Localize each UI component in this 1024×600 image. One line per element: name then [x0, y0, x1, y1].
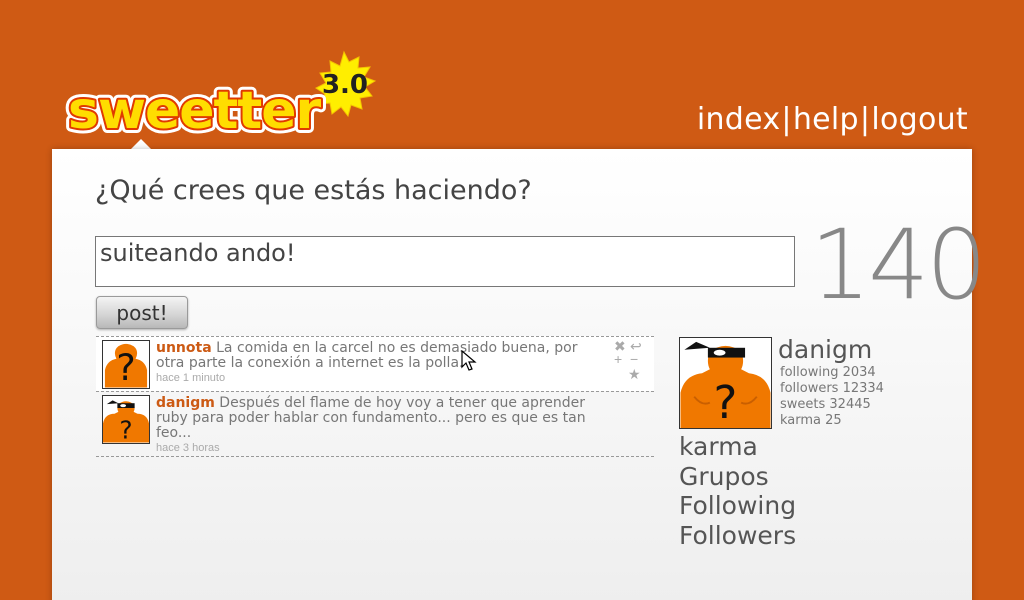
top-navigation: index|help|logout: [697, 102, 968, 137]
tweet-text: unnota La comida en la carcel no es dema…: [156, 341, 606, 371]
timeline-item: ? unnota La comida en la carcel no es de…: [96, 336, 654, 391]
nav-separator: |: [781, 102, 792, 137]
question-mark-avatar-graphic: ?: [104, 343, 148, 388]
add-icon[interactable]: +: [614, 352, 622, 366]
profile-avatar[interactable]: ?: [679, 337, 772, 429]
nav-help-link[interactable]: help: [793, 102, 859, 137]
nav-index-link[interactable]: index: [697, 102, 781, 137]
stat-sweets: sweets 32445: [780, 397, 871, 412]
nav-separator: |: [859, 102, 871, 137]
tweet-username[interactable]: danigm: [156, 395, 215, 411]
tweet-body: La comida en la carcel no es demasiado b…: [156, 340, 578, 371]
svg-text:?: ?: [714, 376, 738, 428]
main-panel: ¿Qué crees que estás haciendo? suiteando…: [52, 149, 987, 600]
sweetter-logo[interactable]: 3.0 sweetter sweetter sweetter: [62, 48, 392, 148]
stat-followers: followers 12334: [780, 381, 884, 396]
profile-username[interactable]: danigm: [778, 335, 872, 364]
svg-text:?: ?: [116, 346, 135, 388]
profile-stats: following 2034 followers 12334 sweets 32…: [780, 365, 884, 429]
masked-figure-avatar-large: ?: [680, 341, 771, 428]
stat-following: following 2034: [780, 365, 876, 380]
stat-karma: karma 25: [780, 413, 842, 428]
favorite-star-icon[interactable]: ★: [628, 367, 641, 381]
tweet-username[interactable]: unnota: [156, 340, 212, 356]
profile-link-followers[interactable]: Followers: [679, 521, 796, 551]
character-counter: 140: [810, 209, 987, 321]
tweet-text: danigm Después del flame de hoy voy a te…: [156, 396, 606, 441]
timeline-item: ? danigm Después del flame de hoy voy a …: [96, 391, 654, 457]
timeline: ? unnota La comida en la carcel no es de…: [96, 336, 654, 457]
profile-link-grupos[interactable]: Grupos: [679, 462, 796, 492]
tweet-body: Después del flame de hoy voy a tener que…: [156, 395, 586, 441]
question-mark-avatar[interactable]: ?: [102, 340, 150, 389]
profile-link-karma[interactable]: karma: [679, 432, 796, 462]
masked-figure-avatar[interactable]: ?: [102, 395, 150, 444]
mouse-pointer-icon: [461, 350, 477, 371]
logo-graphic: 3.0 sweetter sweetter sweetter: [63, 50, 377, 146]
tweet-actions: ✖ ↩ + − ★: [614, 339, 644, 383]
status-prompt: ¿Qué crees que estás haciendo?: [95, 175, 532, 206]
tweet-timestamp: hace 3 horas: [156, 442, 220, 454]
nav-logout-link[interactable]: logout: [871, 102, 968, 137]
logo-wordmark: sweetter: [68, 81, 322, 141]
profile-links: karma Grupos Following Followers: [679, 432, 796, 550]
remove-icon[interactable]: −: [630, 352, 638, 366]
logo-version: 3.0: [322, 70, 368, 100]
post-button[interactable]: post!: [96, 296, 188, 329]
profile-link-following[interactable]: Following: [679, 491, 796, 521]
svg-text:?: ?: [119, 416, 132, 443]
status-input[interactable]: suiteando ando!: [95, 236, 795, 287]
tweet-timestamp: hace 1 minuto: [156, 372, 226, 384]
masked-figure-avatar-graphic: ?: [103, 400, 149, 443]
